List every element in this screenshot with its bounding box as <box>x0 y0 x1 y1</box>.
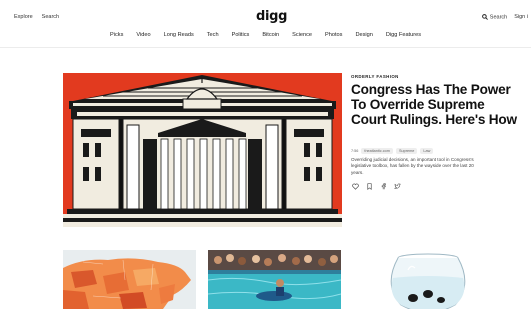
nav-item-design[interactable]: Design <box>349 32 379 44</box>
topic-tag[interactable]: Supreme <box>395 148 418 154</box>
search-button[interactable]: Search <box>481 14 508 21</box>
nav-item-picks[interactable]: Picks <box>104 32 130 44</box>
top-left-links: Explore Search <box>14 14 59 20</box>
heart-icon[interactable] <box>352 183 359 190</box>
header-divider <box>0 47 531 48</box>
story-description: Overriding judicial decisions, an import… <box>351 157 474 175</box>
top-right-links: Search Sign i <box>481 14 528 21</box>
source-tag[interactable]: theatlantic.com <box>361 148 393 154</box>
twitter-icon[interactable] <box>394 183 401 190</box>
facebook-icon[interactable] <box>380 183 387 190</box>
story-headline[interactable]: Congress Has The Power To Override Supre… <box>351 82 523 128</box>
nav-item-tech[interactable]: Tech <box>200 32 225 44</box>
story-actions <box>352 183 401 190</box>
search-icon <box>481 14 488 20</box>
nav-item-science[interactable]: Science <box>286 32 319 44</box>
story-meta: 7:56 theatlantic.com Supreme Law <box>351 148 434 154</box>
featured-story-image[interactable] <box>63 73 342 227</box>
nav-item-photos[interactable]: Photos <box>319 32 349 44</box>
sign-in-link[interactable]: Sign i <box>514 14 528 20</box>
story-card-fishbowl-image[interactable] <box>353 250 521 309</box>
story-kicker: ORDERLY FASHION <box>351 74 399 79</box>
story-card-map-image[interactable] <box>63 250 196 309</box>
story-card-pool-image[interactable] <box>208 250 341 309</box>
search-link[interactable]: Search <box>42 14 59 20</box>
category-nav: Picks Video Long Reads Tech Politics Bit… <box>0 32 531 44</box>
search-label: Search <box>489 14 508 21</box>
bookmark-icon[interactable] <box>366 183 373 190</box>
explore-link[interactable]: Explore <box>14 14 33 20</box>
nav-item-video[interactable]: Video <box>130 32 157 44</box>
nav-item-long-reads[interactable]: Long Reads <box>157 32 200 44</box>
nav-item-politics[interactable]: Politics <box>225 32 256 44</box>
nav-item-bitcoin[interactable]: Bitcoin <box>256 32 286 44</box>
read-time: 7:56 <box>351 149 359 153</box>
top-bar: Explore Search digg Search Sign i <box>0 0 531 34</box>
topic-tag[interactable]: Law <box>420 148 434 154</box>
digg-logo[interactable]: digg <box>256 9 287 24</box>
nav-item-digg-features[interactable]: Digg Features <box>379 32 427 44</box>
